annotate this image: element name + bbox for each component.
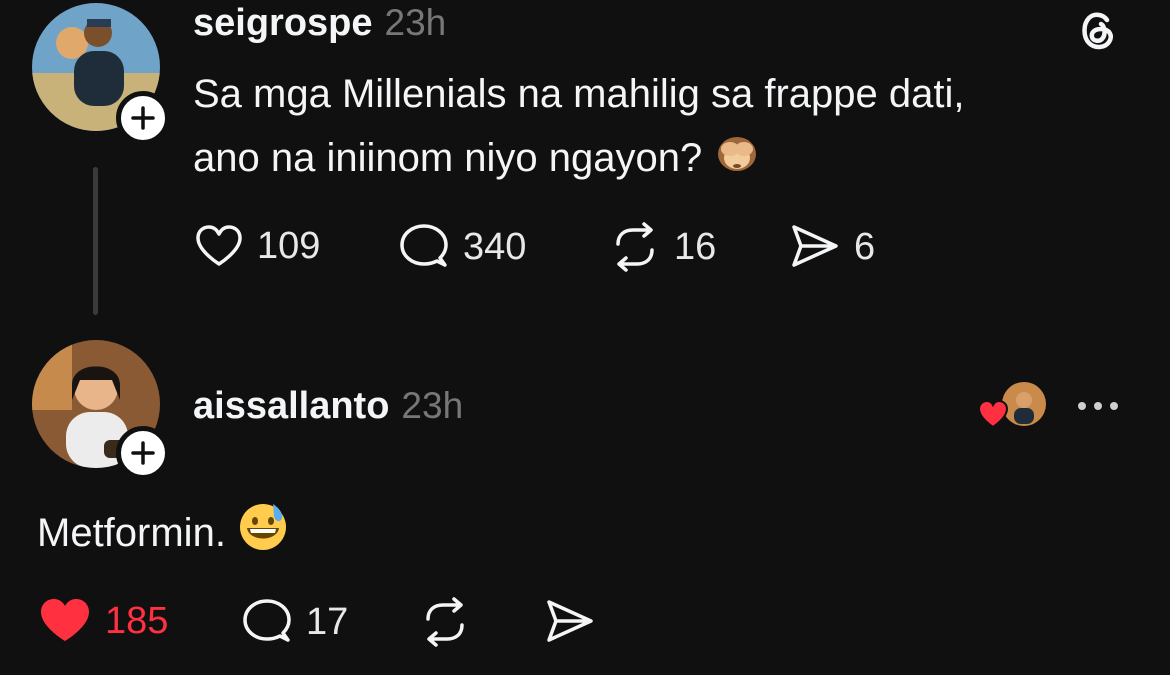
repost-button[interactable]: 16	[608, 220, 716, 274]
follow-reply-author-button[interactable]	[116, 426, 170, 480]
repost-icon	[426, 597, 464, 647]
post-text-line-1: Sa mga Millenials na mahilig sa frappe d…	[193, 72, 965, 116]
like-button[interactable]: 109	[193, 220, 320, 272]
reply-button[interactable]: 340	[397, 220, 526, 274]
thread-connector-line	[93, 167, 98, 315]
reply-like-button[interactable]: 185	[37, 595, 168, 647]
repost-icon	[616, 222, 654, 272]
reply-share-button[interactable]	[543, 595, 597, 649]
see-no-evil-monkey-icon	[713, 127, 761, 194]
reply-timestamp: 23h	[401, 385, 464, 426]
like-count: 109	[257, 224, 321, 267]
post-body: Sa mga Millenials na mahilig sa frappe d…	[193, 62, 965, 194]
comment-icon	[400, 224, 448, 267]
more-options-button[interactable]	[1074, 396, 1124, 421]
plus-icon	[131, 106, 155, 130]
post-text-line-2-wrap: ano na iniinom niyo ngayon?	[193, 126, 965, 194]
reply-username[interactable]: aissallanto	[193, 385, 389, 427]
threads-logo-icon[interactable]	[1074, 6, 1122, 59]
post-header: seigrospe 23h	[193, 2, 446, 45]
share-button[interactable]: 6	[788, 220, 875, 274]
send-icon	[792, 225, 838, 267]
liked-by-author-badge	[976, 380, 1048, 432]
repost-count: 16	[674, 225, 717, 268]
reply-count: 340	[463, 225, 527, 268]
reply-body: Metformin.	[37, 500, 289, 571]
reply-header: aissallanto 23h	[193, 385, 463, 428]
post-text-line-2: ano na iniinom niyo ngayon?	[193, 136, 703, 180]
post-timestamp: 23h	[384, 2, 447, 43]
grinning-sweat-face-icon	[237, 500, 289, 571]
share-count: 6	[854, 225, 876, 268]
send-icon	[547, 600, 593, 642]
follow-author-button[interactable]	[116, 91, 170, 145]
heart-with-avatar-icon	[977, 382, 1046, 429]
post-username[interactable]: seigrospe	[193, 2, 373, 44]
ellipsis-icon	[1078, 402, 1118, 410]
reply-reply-button[interactable]: 17	[240, 595, 348, 649]
comment-icon	[243, 599, 291, 642]
reply-reply-count: 17	[306, 600, 349, 643]
reply-repost-button[interactable]	[418, 595, 472, 649]
plus-icon	[131, 441, 155, 465]
reply-text: Metformin.	[37, 511, 226, 556]
heart-filled-icon	[41, 599, 89, 641]
heart-outline-icon	[196, 225, 242, 266]
reply-like-count: 185	[105, 599, 169, 642]
